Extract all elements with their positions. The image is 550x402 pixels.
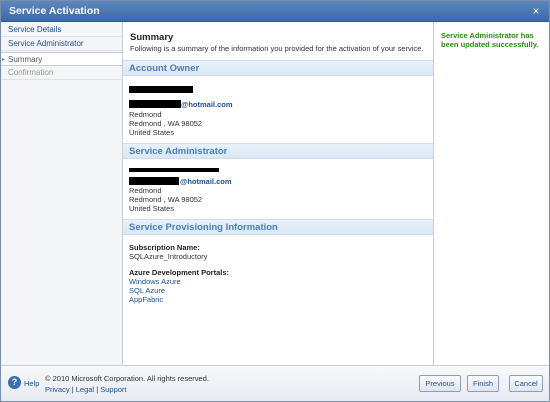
portal-link-appfabric[interactable]: AppFabric: [129, 295, 163, 304]
owner-city: Redmond: [129, 110, 162, 119]
summary-intro: Following is a summary of the informatio…: [130, 44, 424, 53]
subscription-value: SQLAzure_Introductory: [129, 252, 208, 261]
status-panel: Service Administrator has been updated s…: [435, 22, 549, 365]
sidebar-item-confirmation: Confirmation: [1, 66, 122, 80]
close-icon[interactable]: ×: [529, 4, 543, 18]
admin-email: @hotmail.com: [180, 177, 232, 186]
footer-links: Privacy | Legal | Support: [45, 385, 127, 394]
status-message: Service Administrator has been updated s…: [441, 31, 539, 49]
owner-email: @hotmail.com: [181, 100, 233, 109]
copyright: © 2010 Microsoft Corporation. All rights…: [45, 374, 209, 383]
support-link[interactable]: Support: [100, 385, 126, 394]
help-link[interactable]: Help: [24, 379, 39, 388]
portals-label: Azure Development Portals:: [129, 268, 230, 277]
sidebar-item-summary: ▸ Summary: [1, 52, 122, 66]
legal-link[interactable]: Legal: [76, 385, 94, 394]
subscription-label: Subscription Name:: [129, 243, 200, 252]
admin-city: Redmond: [129, 186, 162, 195]
help-icon[interactable]: ?: [8, 376, 21, 389]
redacted-email-user: [129, 177, 179, 185]
portal-link-windows-azure[interactable]: Windows Azure: [129, 277, 181, 286]
sidebar-item-service-details[interactable]: Service Details: [1, 23, 122, 37]
admin-country: United States: [129, 204, 175, 213]
sidebar-item-label: Summary: [8, 55, 43, 64]
section-title: Account Owner: [129, 63, 200, 74]
redacted-name: [129, 168, 219, 172]
owner-city-state-zip: Redmond , WA 98052: [129, 119, 203, 128]
sidebar-item-service-administrator[interactable]: Service Administrator: [1, 37, 122, 51]
admin-city-state-zip: Redmond , WA 98052: [129, 195, 203, 204]
previous-button[interactable]: Previous: [419, 375, 461, 392]
current-step-arrow-icon: ▸: [2, 57, 6, 63]
section-title: Service Provisioning Information: [129, 222, 278, 233]
portal-link-sql-azure[interactable]: SQL Azure: [129, 286, 165, 295]
redacted-email-user: [129, 100, 181, 108]
owner-country: United States: [129, 128, 175, 137]
summary-panel: Summary Following is a summary of the in…: [123, 22, 434, 365]
service-activation-dialog: Service Activation × Service Details Ser…: [0, 0, 550, 402]
dialog-title: Service Activation: [9, 5, 100, 17]
redacted-name: [129, 86, 193, 93]
service-administrator-header: Service Administrator: [123, 143, 433, 159]
dialog-footer: ? Help © 2010 Microsoft Corporation. All…: [1, 365, 549, 401]
wizard-sidebar: Service Details Service Administrator ▸ …: [1, 22, 123, 365]
provisioning-header: Service Provisioning Information: [123, 219, 433, 235]
cancel-button[interactable]: Cancel: [509, 375, 543, 392]
finish-button[interactable]: Finish: [467, 375, 499, 392]
section-title: Service Administrator: [129, 146, 228, 157]
page-title: Summary: [130, 32, 174, 43]
privacy-link[interactable]: Privacy: [45, 385, 70, 394]
title-bar: Service Activation ×: [1, 1, 549, 22]
account-owner-header: Account Owner: [123, 60, 433, 76]
